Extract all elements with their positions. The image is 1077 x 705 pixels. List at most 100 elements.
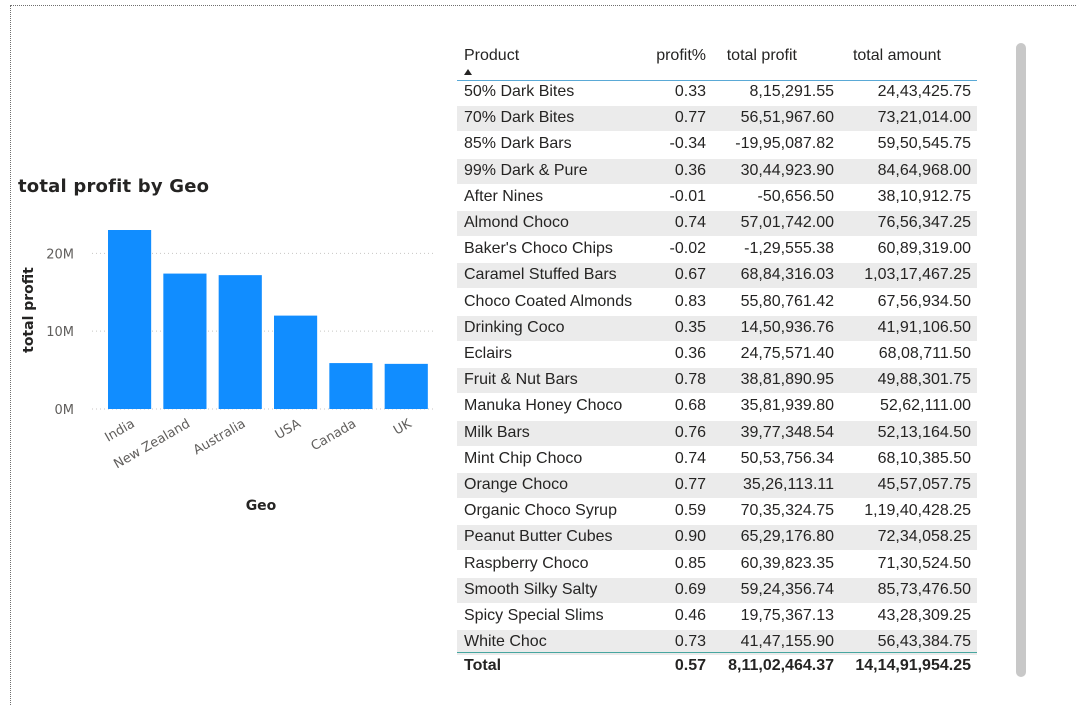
cell-total-profit: 68,84,316.03 (740, 266, 834, 284)
x-tick-label: USA (273, 416, 304, 442)
x-tick-label: Canada (309, 416, 359, 454)
cell-profit-pct: 0.74 (674, 214, 706, 231)
cell-profit-pct: 0.46 (674, 607, 706, 624)
cell-total-amount: 1,03,17,467.25 (864, 266, 971, 284)
cell-profit-pct: 0.85 (674, 554, 706, 572)
cell-profit-pct: 0.78 (674, 371, 706, 389)
table-row[interactable]: Choco Coated Almonds 0.83 55,80,761.42 67,5… (457, 290, 977, 316)
cell-profit-pct: 0.77 (674, 109, 706, 127)
cell-product: Eclairs (464, 345, 513, 362)
header-total-amount[interactable]: total amount (853, 47, 941, 65)
cell-product: Manuka Honey Choco (464, 397, 623, 415)
cell-profit-pct: 0.67 (674, 266, 706, 284)
table-row[interactable]: Almond Choco 0.74 57,01,742.00 76,56,347.25 (457, 211, 977, 237)
table-row[interactable]: After Nines -0.01 -50,656.50 38,10,912.75 (457, 185, 977, 211)
cell-product: 50% Dark Bites (464, 83, 575, 100)
cell-total-amount: 85,73,476.50 (877, 580, 971, 598)
table-row[interactable]: 85% Dark Bars -0.34 -19,95,087.82 59,50,545… (457, 132, 977, 159)
cell-total-profit: 14,50,936.76 (740, 318, 834, 336)
cell-profit-pct: 0.83 (674, 292, 706, 310)
cell-profit-pct: 0.76 (674, 423, 706, 441)
cell-total-amount: 38,10,912.75 (877, 187, 971, 205)
cell-total-profit: -1,29,555.38 (744, 240, 834, 258)
table-row[interactable]: 50% Dark Bites 0.33 8,15,291.55 24,43,425.7… (457, 80, 977, 106)
cell-product: Baker's Choco Chips (464, 240, 613, 258)
bar[interactable] (218, 275, 262, 409)
y-tick-label: 0M (55, 403, 75, 418)
cell-product: After Nines (464, 187, 544, 205)
table-row[interactable]: 99% Dark & Pure 0.36 30,44,923.90 84,64,968… (457, 158, 977, 185)
cell-total-profit: 60,39,823.35 (740, 554, 834, 572)
cell-product: Spicy Special Slims (464, 607, 604, 624)
table-row[interactable]: Manuka Honey Choco 0.68 35,81,939.80 52,62,… (457, 394, 977, 421)
cell-profit-pct: 0.74 (674, 449, 706, 467)
table-row[interactable]: Peanut Butter Cubes 0.90 65,29,176.80 72,34… (457, 525, 977, 552)
cell-total-profit: 38,81,890.95 (740, 371, 834, 389)
table-row[interactable]: Mint Chip Choco 0.74 50,53,756.34 68,10,385… (457, 447, 977, 473)
cell-profit-pct: 0.69 (674, 580, 706, 598)
cell-profit-pct: 0.77 (674, 476, 706, 493)
cell-product: Organic Choco Syrup (464, 502, 617, 520)
cell-total-amount: 76,56,347.25 (877, 214, 971, 231)
header-profit-pct[interactable]: profit% (656, 47, 706, 65)
table-total-row: Total 0.57 8,11,02,464.37 14,14,91,954.2… (457, 652, 977, 681)
table-row[interactable]: Caramel Stuffed Bars 0.67 68,84,316.03 1,03… (457, 263, 977, 290)
header-total-profit[interactable]: total profit (727, 47, 797, 65)
sort-ascending-icon[interactable] (464, 69, 472, 75)
cell-profit-pct: 0.59 (674, 502, 706, 520)
cell-total-amount: 49,88,301.75 (877, 371, 971, 389)
table-scrollbar[interactable] (1016, 43, 1026, 677)
total-total-amount: 14,14,91,954.25 (855, 657, 971, 674)
cell-total-amount: 71,30,524.50 (877, 554, 971, 572)
table-header: Product profit% total profit total amoun… (457, 40, 977, 81)
cell-total-amount: 60,89,319.00 (877, 240, 971, 258)
y-tick-label: 20M (46, 247, 74, 262)
cell-total-profit: 65,29,176.80 (740, 528, 834, 546)
cell-profit-pct: 0.68 (674, 397, 706, 415)
bar[interactable] (108, 230, 152, 409)
table-row[interactable]: Orange Choco 0.77 35,26,113.11 45,57,057.75 (457, 473, 977, 499)
cell-product: Milk Bars (464, 423, 530, 441)
cell-total-amount: 59,50,545.75 (877, 135, 971, 153)
cell-product: 85% Dark Bars (464, 135, 572, 153)
table-row[interactable]: Organic Choco Syrup 0.59 70,35,324.75 1,19,… (457, 499, 977, 526)
cell-total-profit: 30,44,923.90 (740, 161, 834, 179)
table-row[interactable]: Fruit & Nut Bars 0.78 38,81,890.95 49,88,30… (457, 368, 977, 395)
product-table[interactable]: Product profit% total profit total amoun… (457, 40, 977, 685)
cell-total-amount: 67,56,934.50 (877, 292, 971, 310)
cell-total-amount: 73,21,014.00 (877, 109, 971, 127)
table-row[interactable]: Eclairs 0.36 24,75,571.40 68,08,711.50 (457, 342, 977, 368)
cell-total-amount: 52,62,111.00 (879, 397, 971, 415)
table-row[interactable]: Drinking Coco 0.35 14,50,936.76 41,91,106.5… (457, 315, 977, 342)
cell-total-profit: 41,47,155.90 (740, 633, 834, 651)
header-product[interactable]: Product (464, 47, 519, 65)
bar[interactable] (329, 363, 373, 409)
cell-profit-pct: 0.36 (674, 345, 706, 362)
total-label: Total (464, 657, 502, 674)
bar[interactable] (163, 273, 207, 409)
cell-total-profit: 19,75,367.13 (740, 607, 834, 624)
cell-total-profit: -50,656.50 (757, 187, 834, 205)
table-row[interactable]: Milk Bars 0.76 39,77,348.54 52,13,164.50 (457, 420, 977, 447)
cell-total-profit: 35,26,113.11 (742, 476, 834, 493)
table-row[interactable]: Baker's Choco Chips -0.02 -1,29,555.38 60,8… (457, 237, 977, 264)
cell-total-amount: 41,91,106.50 (877, 318, 971, 336)
cell-total-profit: 55,80,761.42 (740, 292, 834, 310)
cell-profit-pct: -0.02 (669, 240, 706, 258)
bar[interactable] (274, 315, 318, 409)
cell-total-amount: 24,43,425.75 (877, 83, 971, 100)
total-total-profit: 8,11,02,464.37 (728, 657, 834, 674)
cell-product: Fruit & Nut Bars (464, 371, 578, 389)
bar-chart-visual[interactable]: total profit by Geo 0M 10M 20M India New Ze… (12, 170, 442, 530)
table-row[interactable]: 70% Dark Bites 0.77 56,51,967.60 73,21,014.… (457, 106, 977, 133)
cell-profit-pct: -0.01 (669, 187, 706, 205)
table-row[interactable]: Spicy Special Slims 0.46 19,75,367.13 43,28… (457, 604, 977, 630)
bar[interactable] (384, 363, 428, 409)
cell-total-profit: 24,75,571.40 (740, 345, 834, 362)
table-row[interactable]: Raspberry Choco 0.85 60,39,823.35 71,30,524… (457, 552, 977, 578)
cell-total-amount: 45,57,057.75 (877, 476, 971, 493)
cell-total-profit: 39,77,348.54 (740, 423, 834, 441)
table-row[interactable]: Smooth Silky Salty 0.69 59,24,356.74 85,73,… (457, 577, 977, 604)
cell-product: White Choc (464, 633, 547, 651)
y-tick-label: 10M (46, 325, 74, 340)
